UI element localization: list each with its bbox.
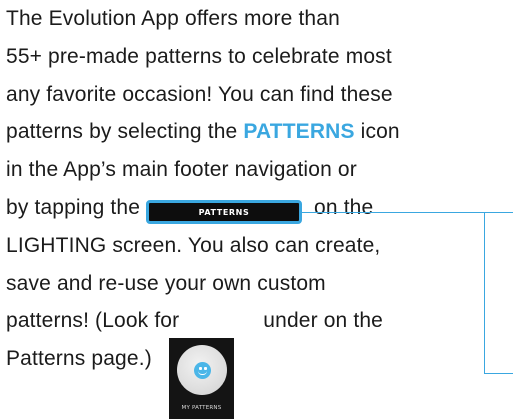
paragraph-text: by tapping the (6, 196, 141, 219)
paragraph-line: patterns by selecting the PATTERNS icon (6, 113, 400, 151)
my-patterns-label: MY PATTERNS (181, 405, 222, 411)
paragraph-line: LIGHTING screen. You also can create, (6, 234, 381, 257)
paragraph-line: 55+ pre-made patterns to celebrate most (6, 45, 392, 68)
paragraph-text: on the (314, 196, 374, 219)
paragraph-text: patterns by selecting the (6, 120, 244, 143)
smiley-face-icon (194, 362, 211, 379)
my-patterns-icon[interactable]: MY PATTERNS (169, 338, 234, 419)
paragraph-text: patterns! (Look for (6, 309, 180, 332)
paragraph-text: icon (354, 120, 400, 143)
my-patterns-circle (177, 345, 227, 395)
paragraph-line: save and re-use your own custom (6, 272, 326, 295)
callout-connector (302, 212, 484, 213)
callout-bracket-bottom (484, 373, 513, 374)
paragraph-line: any favorite occasion! You can find thes… (6, 83, 393, 106)
patterns-button-label: PATTERNS (198, 207, 250, 217)
callout-bracket-top (484, 212, 513, 213)
paragraph-text: under on the (263, 309, 384, 332)
paragraph-line: in the App’s main footer navigation or (6, 158, 357, 181)
callout-bracket (484, 212, 513, 374)
paragraph-line: Patterns page.) (6, 347, 152, 370)
patterns-button[interactable]: PATTERNS (146, 200, 302, 224)
paragraph-line: The Evolution App offers more than (6, 7, 340, 30)
paragraph-line: patterns! (Look for under on the (6, 302, 383, 340)
patterns-keyword: PATTERNS (243, 120, 355, 143)
